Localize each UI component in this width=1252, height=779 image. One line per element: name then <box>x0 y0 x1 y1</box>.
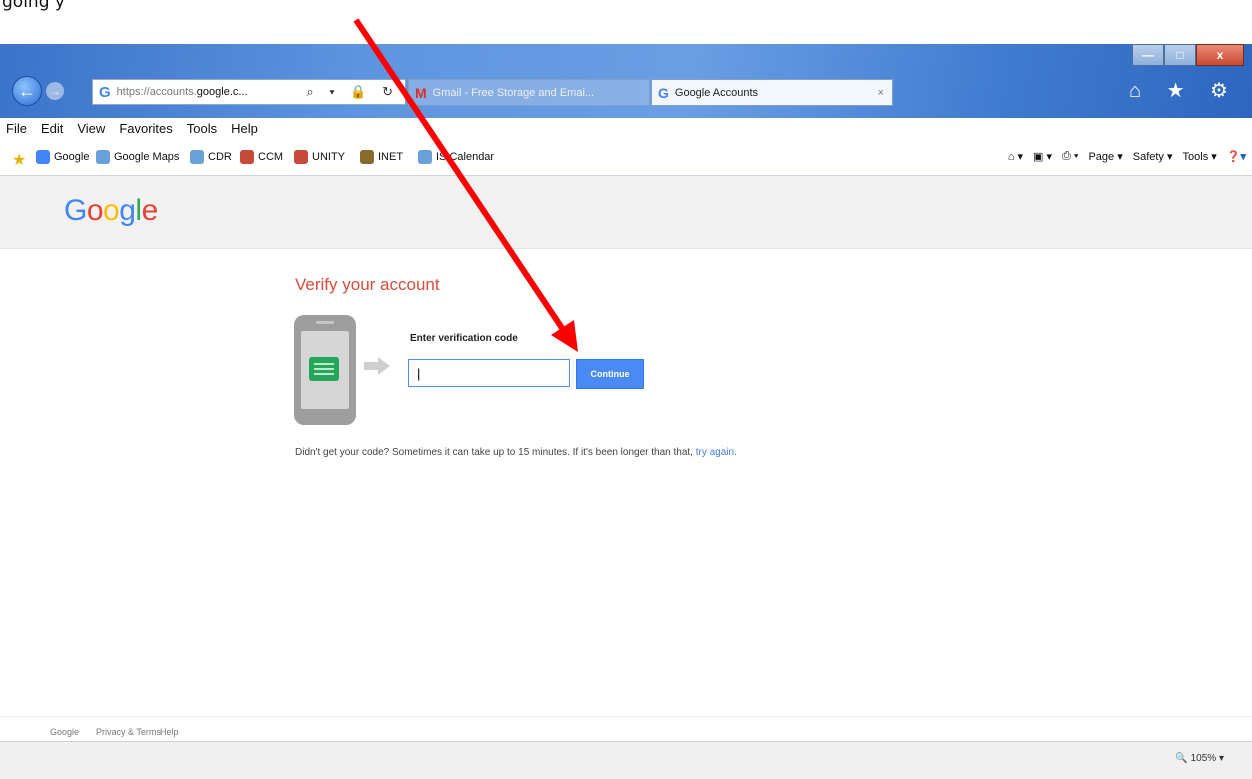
tab-gmail[interactable]: M Gmail - Free Storage and Emai... <box>408 79 650 106</box>
print-icon[interactable]: ⎙ ▾ <box>1062 150 1078 163</box>
minimize-button[interactable]: — <box>1132 44 1164 66</box>
menu-help[interactable]: Help <box>231 121 258 136</box>
back-button[interactable]: ← <box>12 76 42 106</box>
close-tab-icon[interactable]: × <box>878 87 884 99</box>
safety-menu[interactable]: Safety ▾ <box>1133 150 1173 163</box>
feeds-icon[interactable]: ▣ ▾ <box>1033 150 1052 163</box>
favorite-is-calendar[interactable]: IS Calendar <box>418 150 494 164</box>
tools-menu[interactable]: Tools ▾ <box>1183 150 1217 163</box>
favorite-unity[interactable]: UNITY <box>294 150 345 164</box>
continue-button[interactable]: Continue <box>576 359 644 389</box>
menu-favorites[interactable]: Favorites <box>119 121 172 136</box>
favorite-google[interactable]: Google <box>36 150 89 164</box>
verification-page: Verify your account Enter verification c… <box>0 249 1252 715</box>
google-favicon-icon: G <box>99 83 111 101</box>
menu-bar: File Edit View Favorites Tools Help <box>0 118 1252 138</box>
footer-privacy-link[interactable]: Privacy & Terms <box>96 727 161 737</box>
menu-edit[interactable]: Edit <box>41 121 63 136</box>
close-window-button[interactable]: x <box>1196 44 1244 66</box>
google-header: Google <box>0 176 1252 249</box>
favorites-star-icon[interactable]: ★ <box>12 150 26 170</box>
page-title: Verify your account <box>295 275 440 294</box>
menu-tools[interactable]: Tools <box>187 121 217 136</box>
command-bar: ⌂ ▾ ▣ ▾ ⎙ ▾ Page ▾ Safety ▾ Tools ▾ ❓▾ <box>998 150 1246 163</box>
favorite-ccm[interactable]: CCM <box>240 150 283 164</box>
tab-label: Gmail - Free Storage and Emai... <box>432 86 595 99</box>
url-domain: google.c... <box>196 86 248 98</box>
page-footer: Google Privacy & Terms Help <box>0 716 1252 741</box>
tab-google-accounts[interactable]: G Google Accounts × <box>651 79 893 106</box>
home-favorites-settings-icons[interactable]: ⌂ ★ ⚙ <box>1129 78 1238 103</box>
google-icon: G <box>658 84 669 101</box>
maximize-button[interactable]: □ <box>1164 44 1196 66</box>
try-again-link[interactable]: try again. <box>696 447 737 458</box>
document-caption: going y <box>0 0 1252 38</box>
verification-code-input[interactable] <box>408 359 570 387</box>
favorites-bar: ★ Google Google Maps CDR CCM UNITY INET … <box>0 139 1252 176</box>
url-prefix: https://accounts. <box>116 86 197 98</box>
status-bar: 🔍 105% ▾ <box>0 741 1252 779</box>
address-tools-icons[interactable]: ⌕ ▾ 🔒 ↻ <box>306 84 399 100</box>
zoom-level[interactable]: 🔍 105% ▾ <box>1175 753 1224 764</box>
footer-brand: Google <box>50 727 80 737</box>
home-dropdown-icon[interactable]: ⌂ ▾ <box>1008 150 1023 163</box>
google-logo: Google <box>64 194 158 227</box>
favorite-cdr[interactable]: CDR <box>190 150 232 164</box>
footer-help-link[interactable]: Help <box>160 727 179 737</box>
window-controls: — □ x <box>1132 44 1244 66</box>
address-bar[interactable]: G https://accounts. google.c... ⌕ ▾ 🔒 ↻ <box>92 79 406 105</box>
favorite-inet[interactable]: INET <box>360 150 403 164</box>
gmail-icon: M <box>415 84 427 101</box>
code-label: Enter verification code <box>410 333 518 344</box>
phone-illustration-icon <box>294 315 356 425</box>
help-icon[interactable]: ❓▾ <box>1227 150 1246 163</box>
menu-file[interactable]: File <box>6 121 27 136</box>
help-text: Didn't get your code? Sometimes it can t… <box>295 447 737 458</box>
forward-button[interactable]: → <box>46 82 64 100</box>
favorite-google-maps[interactable]: Google Maps <box>96 150 179 164</box>
browser-titlebar: — □ x ← → G https://accounts. google.c...… <box>0 44 1252 118</box>
page-menu[interactable]: Page ▾ <box>1088 150 1122 163</box>
navigation-row: ← → G https://accounts. google.c... ⌕ ▾ 🔒… <box>0 74 1252 108</box>
tab-label: Google Accounts <box>674 86 759 99</box>
menu-view[interactable]: View <box>77 121 105 136</box>
